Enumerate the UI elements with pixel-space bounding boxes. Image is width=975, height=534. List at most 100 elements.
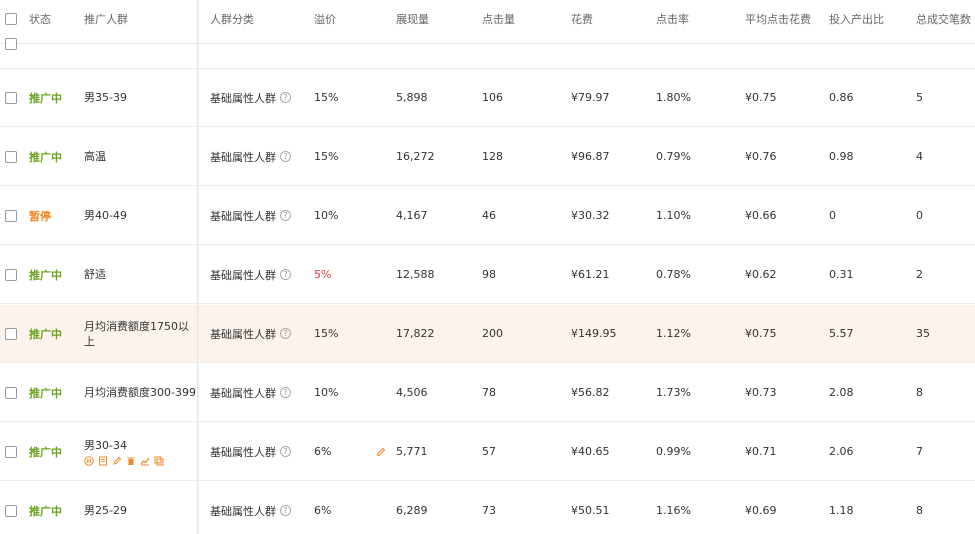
table-row[interactable]: 推广中 男30-34 基础属性人群? 6% 5,771 57 ¥40.65 0.… xyxy=(0,423,975,481)
copy-icon[interactable] xyxy=(154,456,164,466)
note-icon[interactable] xyxy=(98,456,108,466)
ctr-value: 1.10% xyxy=(656,209,691,222)
roi-value: 1.18 xyxy=(829,504,854,517)
crowd-name-line: 舒适 xyxy=(84,268,106,281)
help-icon[interactable]: ? xyxy=(280,210,291,221)
help-icon[interactable]: ? xyxy=(280,446,291,457)
category-label: 基础属性人群 xyxy=(210,386,276,400)
row-select-cell[interactable] xyxy=(5,364,18,421)
edit-icon[interactable] xyxy=(112,456,122,466)
row-select-cell[interactable] xyxy=(5,128,18,185)
row-checkbox[interactable] xyxy=(5,327,17,340)
help-icon[interactable]: ? xyxy=(280,328,291,339)
col-status[interactable]: 状态 xyxy=(29,0,51,38)
row-checkbox[interactable] xyxy=(5,209,17,222)
row-checkbox[interactable] xyxy=(5,268,17,281)
table-row[interactable]: 推广中 高温 基础属性人群? 15% 16,272 128 ¥96.87 0.7… xyxy=(0,128,975,186)
delete-icon[interactable] xyxy=(126,456,136,466)
category-label: 基础属性人群 xyxy=(210,445,276,459)
crowd-name-cell: 男40-49 xyxy=(84,187,127,244)
col-impressions[interactable]: 展现量 xyxy=(396,0,429,38)
crowd-name-line: 高温 xyxy=(84,150,106,163)
row-checkbox[interactable] xyxy=(5,386,17,399)
help-icon[interactable]: ? xyxy=(280,387,291,398)
ctr-value: 1.16% xyxy=(656,504,691,517)
premium-value[interactable]: 10% xyxy=(314,364,338,421)
status-label[interactable]: 推广中 xyxy=(29,423,62,480)
category-cell: 基础属性人群? xyxy=(210,69,291,126)
row-checkbox[interactable] xyxy=(5,91,17,104)
cost-value: ¥149.95 xyxy=(571,327,617,340)
status-label[interactable]: 推广中 xyxy=(29,364,62,421)
premium-value[interactable]: 15% xyxy=(314,305,338,362)
col-cost[interactable]: 花费 xyxy=(571,0,593,38)
crowd-name: 月均消费额度1750以上 xyxy=(84,319,189,349)
cost-value: ¥56.82 xyxy=(571,386,610,399)
help-icon[interactable]: ? xyxy=(280,269,291,280)
col-ctr[interactable]: 点击率 xyxy=(656,0,689,38)
clicks-value: 46 xyxy=(482,209,496,222)
col-premium[interactable]: 溢价 xyxy=(314,0,336,38)
deals-value: 0 xyxy=(916,209,923,222)
col-deals[interactable]: 总成交笔数 xyxy=(916,0,971,38)
premium-value[interactable]: 6% xyxy=(314,423,331,480)
row-checkbox[interactable] xyxy=(5,504,17,517)
row-select-cell[interactable] xyxy=(5,38,18,62)
status-label[interactable]: 推广中 xyxy=(29,482,62,534)
col-clicks[interactable]: 点击量 xyxy=(482,0,515,38)
row-select-cell[interactable] xyxy=(5,423,18,480)
table-row[interactable]: 暂停 男40-49 基础属性人群? 10% 4,167 46 ¥30.32 1.… xyxy=(0,187,975,245)
category-label: 基础属性人群 xyxy=(210,327,276,341)
table-row[interactable]: 推广中 男25-29 基础属性人群? 6% 6,289 73 ¥50.51 1.… xyxy=(0,482,975,534)
status-label[interactable]: 推广中 xyxy=(29,246,62,303)
table-row[interactable]: 推广中 月均消费额度1750以上 基础属性人群? 15% 17,822 200 … xyxy=(0,305,975,363)
avg-cpc-value: ¥0.73 xyxy=(745,386,777,399)
premium-value[interactable]: 6% xyxy=(314,482,331,534)
row-select-cell[interactable] xyxy=(5,69,18,126)
col-category[interactable]: 人群分类 xyxy=(210,0,254,38)
table-row[interactable]: 推广中 舒适 基础属性人群? 5% 12,588 98 ¥61.21 0.78%… xyxy=(0,246,975,304)
impressions-value: 4,506 xyxy=(396,386,428,399)
status-label[interactable]: 推广中 xyxy=(29,128,62,185)
table-row[interactable]: 推广中 男35-39 基础属性人群? 15% 5,898 106 ¥79.97 … xyxy=(0,69,975,127)
col-roi[interactable]: 投入产出比 xyxy=(829,0,884,38)
premium-value[interactable]: 15% xyxy=(314,69,338,126)
row-checkbox[interactable] xyxy=(5,445,17,458)
roi-value: 2.08 xyxy=(829,386,854,399)
premium-value[interactable]: 15% xyxy=(314,128,338,185)
edit-premium-icon[interactable] xyxy=(376,423,386,480)
col-avg-cpc[interactable]: 平均点击花费 xyxy=(745,0,811,38)
premium-value[interactable]: 5% xyxy=(314,246,331,303)
row-checkbox[interactable] xyxy=(5,150,17,163)
clicks-value: 57 xyxy=(482,445,496,458)
category-cell: 基础属性人群? xyxy=(210,187,291,244)
crowd-name: 高温 xyxy=(84,149,106,164)
help-icon[interactable]: ? xyxy=(280,151,291,162)
help-icon[interactable]: ? xyxy=(280,505,291,516)
crowd-name-cell: 男25-29 xyxy=(84,482,127,534)
col-crowd[interactable]: 推广人群 xyxy=(84,0,128,38)
help-icon[interactable]: ? xyxy=(280,92,291,103)
row-checkbox[interactable] xyxy=(5,38,17,50)
roi-value: 0.86 xyxy=(829,91,854,104)
status-label[interactable]: 暂停 xyxy=(29,187,51,244)
impressions-value: 12,588 xyxy=(396,268,435,281)
ctr-value: 1.73% xyxy=(656,386,691,399)
crowd-name: 男25-29 xyxy=(84,503,127,518)
table-row[interactable]: 推广中 月均消费额度300-399 基础属性人群? 10% 4,506 78 ¥… xyxy=(0,364,975,422)
row-select-cell[interactable] xyxy=(5,482,18,534)
avg-cpc-value: ¥0.76 xyxy=(745,150,777,163)
status-label[interactable]: 推广中 xyxy=(29,305,62,362)
row-select-cell[interactable] xyxy=(5,246,18,303)
pause-icon[interactable] xyxy=(84,455,94,466)
impressions-value: 17,822 xyxy=(396,327,435,340)
select-all-cell[interactable] xyxy=(5,0,18,38)
select-all-checkbox[interactable] xyxy=(5,13,17,25)
chart-icon[interactable] xyxy=(140,456,150,466)
row-select-cell[interactable] xyxy=(5,187,18,244)
crowd-name: 男30-34 xyxy=(84,438,164,466)
row-select-cell[interactable] xyxy=(5,305,18,362)
premium-value[interactable]: 10% xyxy=(314,187,338,244)
cost-value: ¥40.65 xyxy=(571,445,610,458)
status-label[interactable]: 推广中 xyxy=(29,69,62,126)
